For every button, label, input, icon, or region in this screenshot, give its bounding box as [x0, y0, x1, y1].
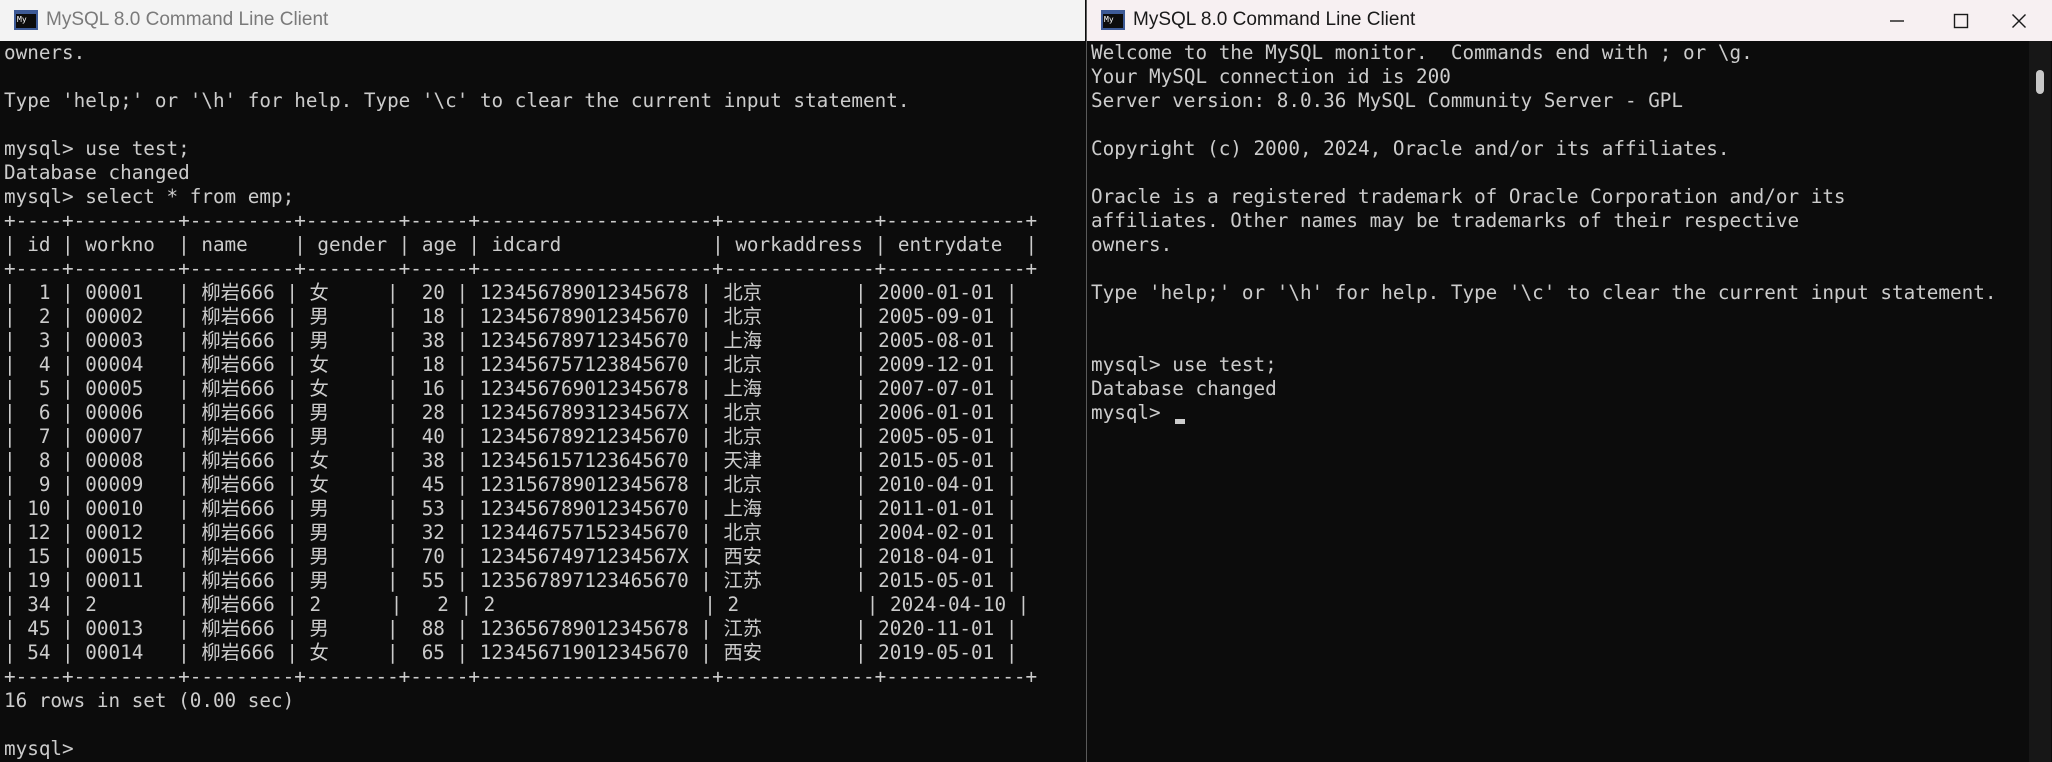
console-line: +----+---------+---------+--------+-----… — [4, 209, 1038, 232]
console-line: Database changed — [4, 161, 190, 184]
console-line: mysql> — [4, 737, 74, 760]
minimize-button[interactable] — [1865, 0, 1929, 41]
console-line: mysql> use test; — [4, 137, 190, 160]
console-line: | 1 | 00001 | 柳岩666 | 女 | 20 | 123456789… — [4, 281, 1018, 304]
console-line: | 4 | 00004 | 柳岩666 | 女 | 18 | 123456757… — [4, 353, 1018, 376]
console-line: | 3 | 00003 | 柳岩666 | 男 | 38 | 123456789… — [4, 329, 1018, 352]
console-line: Database changed — [1091, 377, 1277, 400]
console-line: | 54 | 00014 | 柳岩666 | 女 | 65 | 12345671… — [4, 641, 1018, 664]
console-line: Your MySQL connection id is 200 — [1091, 65, 1451, 88]
console-line: +----+---------+---------+--------+-----… — [4, 257, 1038, 280]
console-line: Server version: 8.0.36 MySQL Community S… — [1091, 89, 1684, 112]
console-line: | id | workno | name | gender | age | id… — [4, 233, 1038, 256]
console-line: | 45 | 00013 | 柳岩666 | 男 | 88 | 12365678… — [4, 617, 1018, 640]
text-cursor — [1175, 419, 1185, 424]
console-line: | 10 | 00010 | 柳岩666 | 男 | 53 | 12345678… — [4, 497, 1018, 520]
console-line: owners. — [1091, 233, 1173, 256]
console-output[interactable]: Welcome to the MySQL monitor. Commands e… — [1091, 41, 1996, 425]
console-line: Type 'help;' or '\h' for help. Type '\c'… — [1091, 281, 1997, 304]
window-title: MySQL 8.0 Command Line Client — [46, 9, 329, 30]
console-line: mysql> — [1091, 401, 1173, 424]
close-icon — [2012, 14, 2026, 28]
console-line: | 5 | 00005 | 柳岩666 | 女 | 16 | 123456769… — [4, 377, 1018, 400]
console-line: | 19 | 00011 | 柳岩666 | 男 | 55 | 12356789… — [4, 569, 1018, 592]
console-line: | 8 | 00008 | 柳岩666 | 女 | 38 | 123456157… — [4, 449, 1018, 472]
mysql-app-icon: My — [1101, 10, 1125, 30]
maximize-button[interactable] — [1929, 0, 1993, 41]
scroll-thumb[interactable] — [2036, 70, 2044, 94]
left-terminal-window[interactable]: My MySQL 8.0 Command Line Client owners.… — [0, 0, 1085, 762]
title-bar[interactable]: My MySQL 8.0 Command Line Client — [0, 0, 1085, 41]
console-line: owners. — [4, 41, 86, 64]
console-line: | 12 | 00012 | 柳岩666 | 男 | 32 | 12344675… — [4, 521, 1018, 544]
console-line: mysql> use test; — [1091, 353, 1277, 376]
console-line: Oracle is a registered trademark of Orac… — [1091, 185, 1846, 208]
console-line: Copyright (c) 2000, 2024, Oracle and/or … — [1091, 137, 1730, 160]
mysql-app-icon: My — [14, 10, 38, 30]
console-line: Welcome to the MySQL monitor. Commands e… — [1091, 41, 1753, 64]
console-line: affiliates. Other names may be trademark… — [1091, 209, 1800, 232]
console-line: | 15 | 00015 | 柳岩666 | 男 | 70 | 12345674… — [4, 545, 1018, 568]
vertical-scrollbar[interactable] — [2029, 41, 2051, 762]
right-terminal-window[interactable]: My MySQL 8.0 Command Line Client Welcome… — [1086, 0, 2052, 762]
console-line: Type 'help;' or '\h' for help. Type '\c'… — [4, 89, 910, 112]
maximize-icon — [1953, 13, 1969, 29]
close-button[interactable] — [1987, 0, 2051, 41]
minimize-icon — [1890, 20, 1904, 22]
console-line: mysql> select * from emp; — [4, 185, 295, 208]
window-title: MySQL 8.0 Command Line Client — [1133, 9, 1416, 30]
title-bar[interactable]: My MySQL 8.0 Command Line Client — [1087, 0, 2052, 41]
console-line: | 34 | 2 | 柳岩666 | 2 | 2 | 2 | 2 | 2024-… — [4, 593, 1030, 616]
console-line: | 6 | 00006 | 柳岩666 | 男 | 28 | 123456789… — [4, 401, 1018, 424]
console-line: | 7 | 00007 | 柳岩666 | 男 | 40 | 123456789… — [4, 425, 1018, 448]
console-line: +----+---------+---------+--------+-----… — [4, 665, 1038, 688]
console-line: 16 rows in set (0.00 sec) — [4, 689, 295, 712]
console-output[interactable]: owners. Type 'help;' or '\h' for help. Ty… — [4, 41, 1037, 761]
console-line: | 9 | 00009 | 柳岩666 | 女 | 45 | 123156789… — [4, 473, 1018, 496]
console-line: | 2 | 00002 | 柳岩666 | 男 | 18 | 123456789… — [4, 305, 1018, 328]
